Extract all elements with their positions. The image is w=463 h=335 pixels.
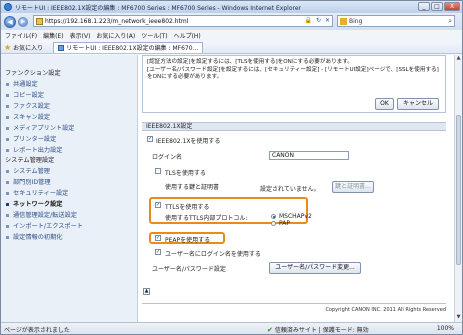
menu-help[interactable]: ヘルプ(H) [174, 31, 201, 40]
sidebar-category-function: ファンクション設定 [5, 70, 61, 77]
cancel-button[interactable]: キャンセル [397, 98, 439, 110]
menu-file[interactable]: ファイル(F) [5, 31, 37, 40]
main-panel: [認証方法の設定]を設定するには、[TLSを使用する]をONにする必要があります… [138, 55, 454, 322]
mschapv2-radio[interactable] [271, 214, 276, 219]
ok-button[interactable]: OK [375, 98, 394, 110]
sidebar: ファンクション設定 共通設定 コピー設定 ファクス設定 スキャン設定 メディアプ… [1, 55, 138, 322]
use-user-login-label: ユーザー名にログイン名を使用する [165, 251, 261, 258]
use-peap-label: PEAPを使用する [165, 237, 211, 244]
favorites-button[interactable]: ★ お気に入り [4, 43, 43, 52]
key-cert-button[interactable]: 鍵と証明書... [332, 181, 374, 193]
search-box[interactable]: Bing ⌕ [337, 15, 455, 27]
login-name-field[interactable]: CANON [269, 151, 349, 160]
forward-button[interactable]: ▶ [18, 16, 28, 27]
sidebar-item-copy[interactable]: コピー設定 [1, 90, 137, 101]
status-text: ページが表示されました [4, 326, 70, 334]
user-pass-button[interactable]: ユーザー名/パスワード変更... [269, 262, 361, 274]
section-header-ieee: IEEE802.1X設定 [142, 122, 446, 131]
use-ttls-checkbox[interactable]: ✓ [155, 202, 161, 208]
notice-box: [認証方法の設定]を設定するには、[TLSを使用する]をONにする必要があります… [142, 55, 446, 113]
scroll-thumb[interactable] [456, 115, 461, 265]
favorites-label: お気に入り [13, 44, 44, 52]
tab-label: リモートUI : IEEE802.1X設定の編集 : MF670... [66, 45, 199, 52]
mschapv2-label: MSCHAPv2 [279, 213, 312, 220]
notice-line-1: [認証方法の設定]を設定するには、[TLSを使用する]をONにする必要があります… [147, 59, 353, 65]
use-user-login-checkbox[interactable]: ✓ [155, 249, 161, 255]
page-content: ファンクション設定 共通設定 コピー設定 ファクス設定 スキャン設定 メディアプ… [1, 55, 454, 322]
use-ieee-label: IEEE802.1Xを使用する [156, 138, 221, 145]
sidebar-item-scan[interactable]: スキャン設定 [1, 112, 137, 123]
search-icon[interactable]: ⌕ [448, 17, 452, 26]
zone-label: 信頼済みサイト | 保護モード: 無効 [274, 327, 369, 334]
tab-page-icon [58, 44, 65, 51]
url-field[interactable]: https://192.168.1.223/m_network_ieee802.… [45, 18, 188, 25]
use-tls-label: TLSを使用する [165, 170, 206, 177]
zoom-level[interactable]: 100% [437, 325, 454, 332]
check-icon: ✔ [267, 325, 273, 334]
sidebar-item-reset[interactable]: 設定情報の初期化 [1, 232, 137, 243]
sidebar-item-media-print[interactable]: メディアプリント設定 [1, 123, 137, 134]
page-top-button[interactable]: ▲ [143, 288, 150, 295]
sidebar-item-network[interactable]: ネットワーク設定 [1, 199, 137, 210]
favorites-bar: ★ お気に入り リモートUI : IEEE802.1X設定の編集 : MF670… [1, 41, 462, 54]
page-icon [36, 17, 43, 25]
sidebar-item-system-mgmt[interactable]: システム管理 [1, 166, 137, 177]
menu-edit[interactable]: 編集(E) [43, 31, 63, 40]
key-cert-status: 設定されていません。 [260, 186, 320, 193]
close-button[interactable]: X [444, 2, 460, 11]
sidebar-item-report[interactable]: レポート出力設定 [1, 145, 137, 156]
window-controls: _ □ X [418, 2, 460, 11]
security-zone[interactable]: ✔ 信頼済みサイト | 保護モード: 無効 [267, 325, 369, 335]
address-bar[interactable]: https://192.168.1.223/m_network_ieee802.… [33, 15, 333, 27]
stop-button[interactable]: ✕ [325, 17, 330, 24]
pap-label: PAP [279, 220, 290, 227]
address-row: ◀ ▶ https://192.168.1.223/m_network_ieee… [1, 13, 462, 30]
sidebar-item-printer[interactable]: プリンター設定 [1, 134, 137, 145]
menu-favorites[interactable]: お気に入り(A) [96, 31, 135, 40]
sidebar-item-common[interactable]: 共通設定 [1, 79, 137, 90]
refresh-button[interactable]: ↻ [316, 17, 321, 24]
user-pass-label: ユーザー名/パスワード設定 [152, 266, 226, 273]
status-bar: ページが表示されました ✔ 信頼済みサイト | 保護モード: 無効 100% [1, 322, 462, 335]
use-ttls-label: TTLSを使用する [165, 204, 210, 211]
minimize-button[interactable]: _ [418, 2, 430, 11]
ie-logo-icon [4, 3, 12, 11]
search-input[interactable]: Bing [349, 18, 362, 25]
sidebar-item-security[interactable]: セキュリティー設定 [1, 188, 137, 199]
menu-tools[interactable]: ツール(T) [141, 31, 167, 40]
sidebar-item-fax[interactable]: ファクス設定 [1, 101, 137, 112]
copyright-text: Copyright CANON INC. 2011 All Rights Res… [325, 307, 446, 313]
ttls-protocol-label: 使用するTTLS内部プロトコル: [165, 215, 248, 222]
maximize-button[interactable]: □ [431, 2, 443, 11]
title-bar: リモートUI : IEEE802.1X設定の編集 : MF6700 Series… [1, 1, 462, 13]
footer-divider [142, 303, 446, 304]
scroll-down-arrow-icon[interactable]: ▼ [455, 314, 462, 322]
use-peap-checkbox[interactable]: ✓ [155, 235, 161, 241]
window-title: リモートUI : IEEE802.1X設定の編集 : MF6700 Series… [15, 4, 301, 12]
star-icon: ★ [4, 42, 12, 52]
vertical-scrollbar[interactable]: ▲ ▼ [454, 55, 462, 322]
sidebar-category-system: システム管理設定 [5, 157, 55, 164]
menu-bar: ファイル(F) 編集(E) 表示(V) お気に入り(A) ツール(T) ヘルプ(… [1, 30, 462, 41]
notice-line-2: [ユーザー名/パスワード設定]を設定するには、[セキュリティー設定] - [リモ… [147, 66, 439, 81]
back-button[interactable]: ◀ [4, 15, 16, 28]
lock-icon[interactable]: 🔒 [304, 17, 311, 24]
browser-tab[interactable]: リモートUI : IEEE802.1X設定の編集 : MF670... [53, 41, 204, 53]
browser-window: リモートUI : IEEE802.1X設定の編集 : MF6700 Series… [0, 0, 463, 335]
bing-icon [340, 17, 347, 25]
sidebar-item-comm-transfer[interactable]: 通信管理設定/転送設定 [1, 210, 137, 221]
scroll-up-arrow-icon[interactable]: ▲ [455, 55, 462, 63]
sidebar-item-dept-id[interactable]: 部門別ID管理 [1, 177, 137, 188]
menu-view[interactable]: 表示(V) [70, 31, 91, 40]
login-name-label: ログイン名 [152, 154, 183, 161]
sidebar-item-import-export[interactable]: インポート/エクスポート [1, 221, 137, 232]
use-tls-checkbox[interactable] [155, 168, 161, 174]
key-cert-label: 使用する鍵と証明書 [165, 184, 220, 191]
use-ieee-checkbox[interactable]: ✓ [147, 136, 153, 142]
pap-radio[interactable] [271, 221, 276, 226]
